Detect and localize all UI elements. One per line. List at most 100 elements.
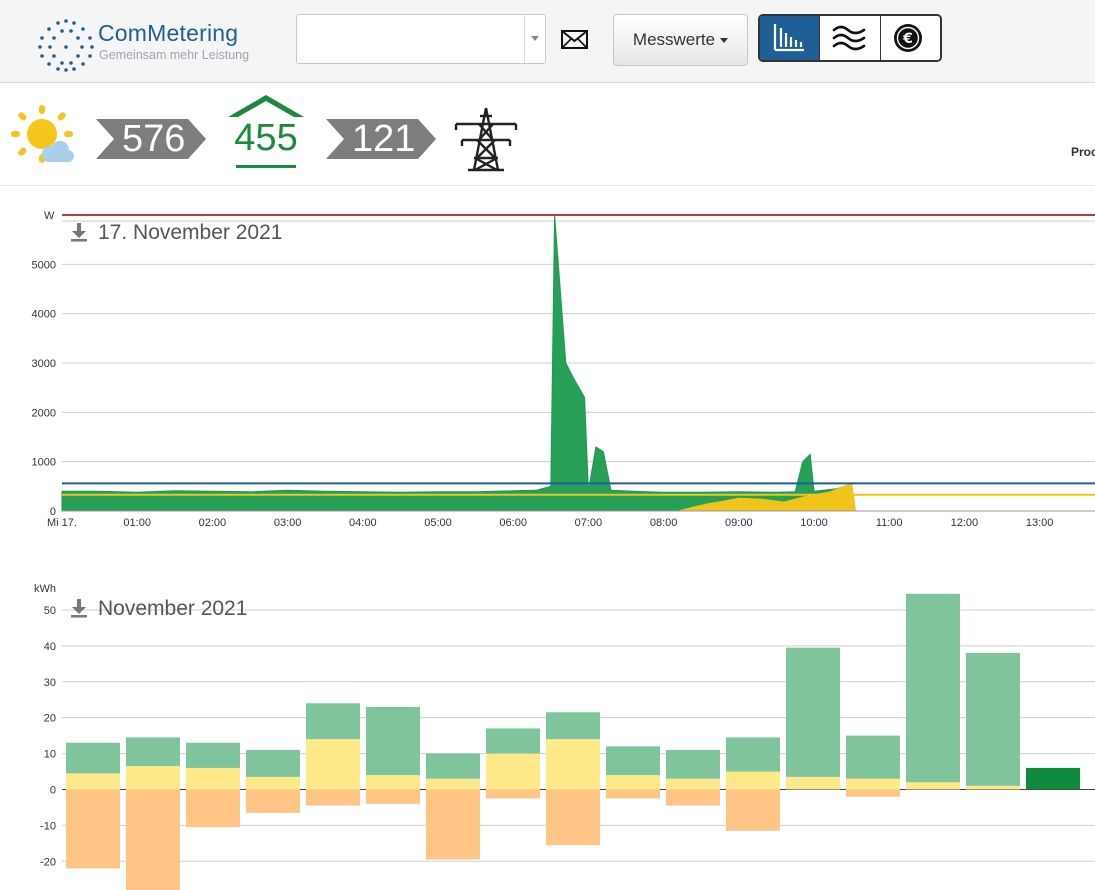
y-tick-label: 10	[44, 749, 56, 761]
self-consumption-bar	[906, 782, 960, 790]
grid-consumption-bar	[666, 749, 720, 779]
feed-in-bar	[546, 789, 600, 846]
messwerte-dropdown-button[interactable]: Messwerte	[613, 14, 748, 66]
power-tower-icon	[454, 107, 518, 172]
x-tick-label: 08:00	[650, 517, 678, 529]
sun-cloud-icon	[11, 105, 74, 163]
monthly-chart-title: November 2021	[98, 597, 248, 620]
chevron-down-icon[interactable]	[524, 15, 545, 63]
grid-consumption-bar	[486, 728, 540, 754]
self-consumption-bar	[366, 775, 420, 790]
x-tick-label: 04:00	[349, 517, 377, 529]
brand-tagline: Gemeinsam mehr Leistung	[99, 48, 250, 62]
monthly-energy-chart[interactable]: kWh 50 40 30 20 10 0 -10 -20	[0, 580, 1095, 890]
production-value: 576	[122, 118, 186, 160]
self-consumption-bar	[846, 778, 900, 790]
download-icon[interactable]	[68, 222, 90, 242]
self-consumption-bar	[186, 767, 240, 790]
cometering-logo[interactable]: ComMetering Gemeinsam mehr Leistung	[36, 18, 256, 72]
y-tick-label: 1000	[32, 457, 56, 469]
self-consumption-bar	[546, 739, 600, 790]
feed-in-bar	[606, 789, 660, 799]
grid-value: 121	[352, 118, 416, 160]
y-tick-label: 50	[44, 605, 56, 617]
truncated-label: Proc	[1071, 145, 1095, 159]
x-tick-label: 02:00	[199, 517, 227, 529]
euro-view-button[interactable]: €	[880, 16, 940, 60]
self-consumption-bar	[246, 776, 300, 790]
wave-view-button[interactable]	[820, 16, 881, 60]
feed-in-bar	[126, 789, 180, 890]
top-navbar: ComMetering Gemeinsam mehr Leistung Mess…	[0, 0, 1095, 83]
self-consumption-bar	[726, 771, 780, 790]
x-tick-label: 06:00	[499, 517, 527, 529]
grid-consumption-bar	[966, 653, 1020, 786]
feed-in-bar	[306, 789, 360, 806]
grid-consumption-bar	[306, 703, 360, 740]
feed-in-bar	[426, 789, 480, 860]
daily-power-chart[interactable]: W500040003000200010000Mi 17. 01:00 02:00 03…	[0, 205, 1095, 535]
self-consumption-bar	[126, 766, 180, 790]
y-tick-label: 40	[44, 641, 56, 653]
x-tick-label: 11:00	[876, 517, 903, 529]
y-tick-label: 5000	[32, 259, 56, 271]
mail-icon[interactable]	[560, 28, 590, 52]
x-tick-label: 09:00	[725, 517, 753, 529]
x-tick-label: 03:00	[274, 517, 302, 529]
view-toggle-group: €	[758, 14, 942, 62]
x-tick-label: Mi 17.	[47, 517, 77, 529]
feed-in-bar	[726, 789, 780, 831]
wave-icon	[833, 25, 866, 51]
self-consumption-bar	[426, 778, 480, 790]
self-consumption-bar	[486, 753, 540, 790]
grid-consumption-bar	[126, 737, 180, 767]
self-consumption-bar	[66, 773, 120, 790]
y-tick-label: 0	[50, 784, 56, 796]
y-tick-label: 2000	[32, 407, 56, 419]
svg-text:€: €	[902, 31, 913, 47]
consumption-house: 455	[228, 95, 304, 170]
y-tick-label: 3000	[32, 358, 56, 370]
feed-in-bar	[366, 789, 420, 804]
grid-consumption-bar	[1026, 767, 1080, 790]
grid-consumption-bar	[186, 742, 240, 768]
grid-consumption-bar	[66, 742, 120, 774]
y-tick-label: -20	[40, 856, 56, 868]
bar-chart-view-button[interactable]	[760, 16, 821, 60]
y-tick-label: 20	[44, 713, 56, 725]
download-icon[interactable]	[68, 598, 90, 618]
y-tick-label: 30	[44, 677, 56, 689]
brand-name: ComMetering	[98, 20, 239, 46]
y-axis-unit: W	[44, 210, 55, 222]
x-tick-label: 01:00	[123, 517, 151, 529]
grid-consumption-bar	[906, 593, 960, 783]
euro-icon: €	[893, 24, 922, 52]
feed-in-bar	[486, 789, 540, 799]
feed-in-bar	[66, 789, 120, 869]
self-consumption-bar	[966, 785, 1020, 790]
logo-dots-icon	[38, 19, 94, 72]
x-tick-label: 10:00	[800, 517, 828, 529]
daily-chart-title: 17. November 2021	[98, 221, 283, 244]
y-axis-unit: kWh	[34, 583, 56, 595]
feed-in-bar	[846, 789, 900, 797]
grid-consumption-bar	[726, 737, 780, 772]
grid-consumption-bar	[426, 753, 480, 779]
self-consumption-bar	[786, 776, 840, 790]
grid-consumption-bar	[546, 712, 600, 740]
messwerte-label: Messwerte	[632, 30, 716, 49]
grid-consumption-bar	[366, 706, 420, 776]
consumption-value: 455	[234, 117, 298, 159]
y-tick-label: -10	[40, 820, 56, 832]
x-tick-label: 13:00	[1026, 517, 1054, 529]
feed-in-bar	[186, 789, 240, 828]
x-tick-label: 05:00	[424, 517, 452, 529]
bar-chart-icon	[773, 24, 804, 52]
x-tick-label: 12:00	[951, 517, 979, 529]
grid-consumption-bar	[846, 735, 900, 779]
y-tick-label: 4000	[32, 309, 56, 321]
x-tick-label: 07:00	[575, 517, 603, 529]
caret-down-icon	[720, 38, 729, 44]
grid-consumption-bar	[606, 746, 660, 776]
location-select[interactable]	[296, 14, 546, 64]
